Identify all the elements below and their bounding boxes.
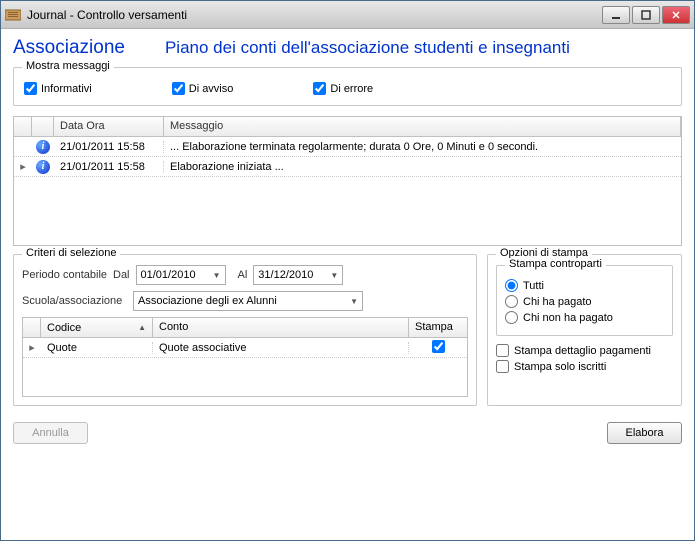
msg-text: Elaborazione iniziata ... [164,161,681,173]
col-gutter [14,117,32,136]
msg-text: ... Elaborazione terminata regolarmente;… [164,141,681,153]
titlebar[interactable]: Journal - Controllo versamenti [1,1,694,29]
window-title: Journal - Controllo versamenti [27,8,602,22]
col-message[interactable]: Messaggio [164,117,681,136]
footer-bar: Annulla Elabora [13,412,682,444]
from-label: Dal [113,269,130,281]
date-from-input[interactable]: 01/01/2010▼ [136,265,226,285]
print-options-groupbox: Opzioni di stampa Stampa controparti Tut… [487,254,682,406]
cancel-button[interactable]: Annulla [13,422,88,444]
message-row[interactable]: ▸ i 21/01/2011 15:58 Elaborazione inizia… [14,157,681,177]
window-frame: Journal - Controllo versamenti Associazi… [0,0,695,541]
msg-datetime: 21/01/2011 15:58 [54,161,164,173]
chk-dettaglio[interactable]: Stampa dettaglio pagamenti [496,344,673,357]
accounts-header-row: Codice▲ Conto Stampa [23,318,467,338]
info-icon: i [32,140,54,154]
counterparts-title: Stampa controparti [505,258,606,270]
chk-avviso-input[interactable] [172,82,185,95]
col-gutter [23,318,41,337]
chk-errore-input[interactable] [313,82,326,95]
criteria-groupbox: Criteri di selezione Periodo contabile D… [13,254,477,406]
minimize-button[interactable] [602,6,630,24]
date-to-input[interactable]: 31/12/2010▼ [253,265,343,285]
school-label: Scuola/associazione [22,295,127,307]
counterparts-group: Stampa controparti Tutti Chi ha pagato C… [496,265,673,336]
col-code[interactable]: Codice▲ [41,318,153,337]
maximize-button[interactable] [632,6,660,24]
col-print[interactable]: Stampa [409,318,467,337]
acct-print-check[interactable] [409,340,467,356]
info-icon: i [32,160,54,174]
sort-asc-icon: ▲ [138,323,146,332]
messages-groupbox: Mostra messaggi Informativi Di avviso Di… [13,67,682,106]
period-label: Periodo contabile [22,269,107,281]
school-combo[interactable]: Associazione degli ex Alunni▼ [133,291,363,311]
messages-table[interactable]: Data Ora Messaggio i 21/01/2011 15:58 ..… [13,116,682,246]
acct-name: Quote associative [153,342,409,354]
accounts-table[interactable]: Codice▲ Conto Stampa ▸ Quote Quote assoc… [22,317,468,397]
chk-avviso[interactable]: Di avviso [172,82,234,95]
chk-errore[interactable]: Di errore [313,82,373,95]
message-row[interactable]: i 21/01/2011 15:58 ... Elaborazione term… [14,137,681,157]
criteria-group-title: Criteri di selezione [22,247,120,259]
app-icon [5,8,21,22]
chk-iscritti[interactable]: Stampa solo iscritti [496,360,673,373]
association-label: Associazione [13,37,125,59]
messages-group-title: Mostra messaggi [22,60,114,72]
radio-pagato[interactable]: Chi ha pagato [505,295,664,308]
chart-plan-label: Piano dei conti dell'associazione studen… [165,38,570,58]
messages-header-row: Data Ora Messaggio [14,117,681,137]
chk-informativi-input[interactable] [24,82,37,95]
chevron-down-icon[interactable]: ▼ [330,271,338,280]
row-indicator-icon: ▸ [14,160,32,173]
account-row[interactable]: ▸ Quote Quote associative [23,338,467,358]
col-account[interactable]: Conto [153,318,409,337]
col-datetime[interactable]: Data Ora [54,117,164,136]
radio-tutti[interactable]: Tutti [505,279,664,292]
msg-datetime: 21/01/2011 15:58 [54,141,164,153]
radio-non-pagato[interactable]: Chi non ha pagato [505,311,664,324]
process-button[interactable]: Elabora [607,422,682,444]
col-icon [32,117,54,136]
chk-informativi[interactable]: Informativi [24,82,92,95]
row-indicator-icon: ▸ [23,341,41,354]
close-button[interactable] [662,6,690,24]
chevron-down-icon[interactable]: ▼ [350,297,358,306]
acct-code: Quote [41,342,153,354]
chevron-down-icon[interactable]: ▼ [213,271,221,280]
to-label: Al [238,269,248,281]
